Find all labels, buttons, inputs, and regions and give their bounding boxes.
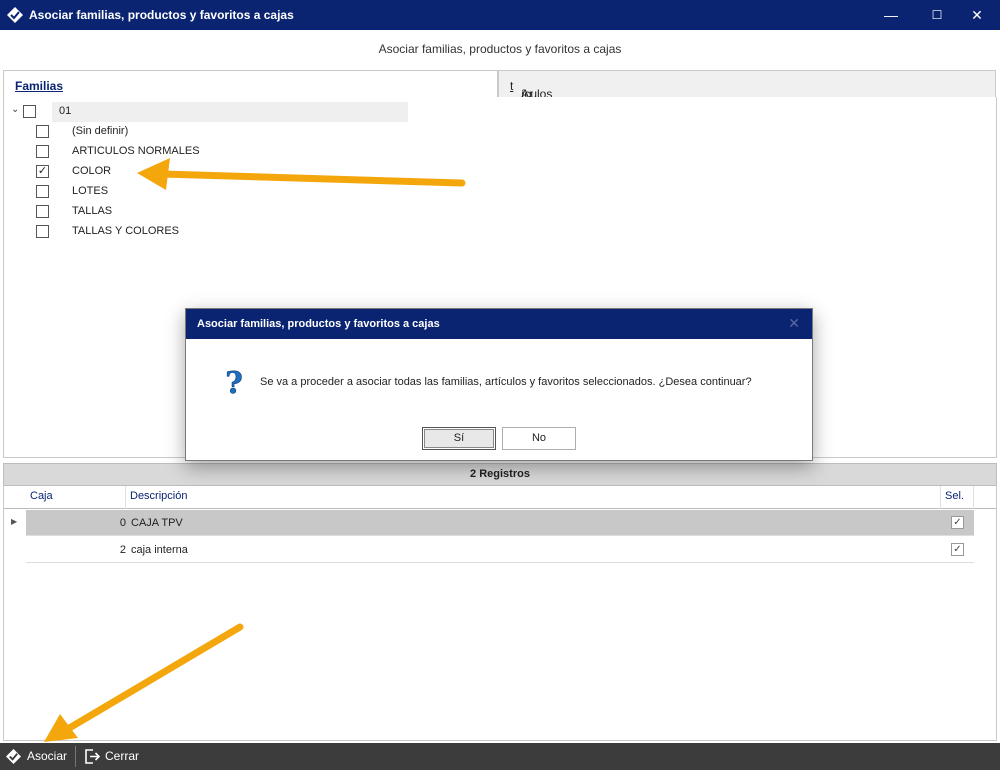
asociar-icon (6, 749, 21, 764)
window-title: Asociar familias, productos y favoritos … (29, 8, 294, 22)
cerrar-button[interactable]: Cerrar (84, 743, 144, 770)
tree-item-checkbox[interactable] (36, 145, 49, 158)
tree-item-label: LOTES (72, 185, 109, 197)
no-button[interactable]: No (502, 427, 576, 450)
page-subtitle: Asociar familias, productos y favoritos … (378, 42, 622, 56)
tree-item-checkbox[interactable] (36, 205, 49, 218)
tree-item[interactable]: ✓ COLOR (34, 162, 334, 182)
question-icon: ? (225, 367, 243, 399)
tree-item-label: TALLAS Y COLORES (72, 225, 179, 237)
tree-item-checkbox[interactable]: ✓ (36, 165, 49, 178)
table-row[interactable]: 0 CAJA TPV ✓ (26, 510, 974, 536)
tree-item-checkbox[interactable] (36, 125, 49, 138)
column-descripcion[interactable]: Descripción (126, 486, 941, 509)
tree-root[interactable]: ⌄ 01 (8, 102, 408, 122)
tree-item[interactable]: ARTICULOS NORMALES (34, 142, 334, 162)
cell-descripcion: caja interna (131, 544, 188, 556)
tree-item-label: COLOR (72, 165, 112, 177)
row-indicator-icon: ▶ (11, 517, 18, 526)
app-logo-icon (7, 7, 23, 23)
dialog-title: Asociar familias, productos y favoritos … (197, 318, 440, 330)
svg-text:?: ? (225, 367, 243, 399)
tree-item[interactable]: LOTES (34, 182, 334, 202)
tree-item-label: TALLAS (72, 205, 113, 217)
dialog-message: Se va a proceder a asociar todas las fam… (260, 376, 752, 388)
tree-item-label: (Sin definir) (72, 125, 129, 137)
close-button[interactable]: ✕ (954, 0, 1000, 30)
tree-item-checkbox[interactable] (36, 225, 49, 238)
toolbar-divider (75, 746, 76, 767)
grid-group-header: 2 Registros (3, 463, 997, 486)
sel-checkbox[interactable]: ✓ (951, 543, 964, 556)
tree-item-checkbox[interactable] (36, 185, 49, 198)
minimize-button[interactable]: — (868, 0, 914, 30)
root-checkbox[interactable] (23, 105, 36, 118)
tab-articulos[interactable]: Ar t ículos (498, 70, 996, 101)
root-highlight (52, 102, 408, 122)
column-sel[interactable]: Sel. (941, 486, 974, 509)
tab-articulos-label: Ar t ículos (510, 79, 553, 101)
tab-familias-label: Familias (15, 79, 64, 93)
dialog-title-bar: Asociar familias, productos y favoritos … (186, 309, 812, 339)
asociar-label: Asociar (27, 749, 68, 763)
bottom-toolbar: Asociar Cerrar (0, 743, 1000, 770)
sel-checkbox[interactable]: ✓ (951, 516, 964, 529)
grid-column-header-row: Caja Descripción Sel. (4, 486, 996, 509)
dialog-close-icon[interactable]: ✕ (788, 315, 800, 332)
tab-familias[interactable]: Familias (3, 70, 498, 98)
cell-caja: 0 (119, 517, 126, 529)
tree-item-label: ARTICULOS NORMALES (72, 145, 200, 157)
cell-caja: 2 (119, 544, 126, 556)
cajas-grid: Caja Descripción Sel. ▶ 0 CAJA TPV ✓ 2 c… (3, 486, 997, 741)
tree-item[interactable]: TALLAS Y COLORES (34, 222, 334, 242)
window-title-bar: Asociar familias, productos y favoritos … (0, 0, 1000, 30)
chevron-down-icon[interactable]: ⌄ (11, 104, 19, 115)
cerrar-label: Cerrar (105, 749, 140, 763)
confirm-dialog: Asociar familias, productos y favoritos … (185, 308, 813, 461)
asociar-button[interactable]: Asociar (6, 743, 74, 770)
column-caja[interactable]: Caja (26, 486, 126, 509)
tree-item[interactable]: TALLAS (34, 202, 334, 222)
cell-descripcion: CAJA TPV (131, 517, 183, 529)
table-row[interactable]: 2 caja interna ✓ (26, 537, 974, 563)
yes-button[interactable]: Sí (422, 427, 496, 450)
exit-icon (85, 749, 100, 764)
tree-root-label: 01 (59, 105, 72, 117)
tree-item[interactable]: (Sin definir) (34, 122, 334, 142)
